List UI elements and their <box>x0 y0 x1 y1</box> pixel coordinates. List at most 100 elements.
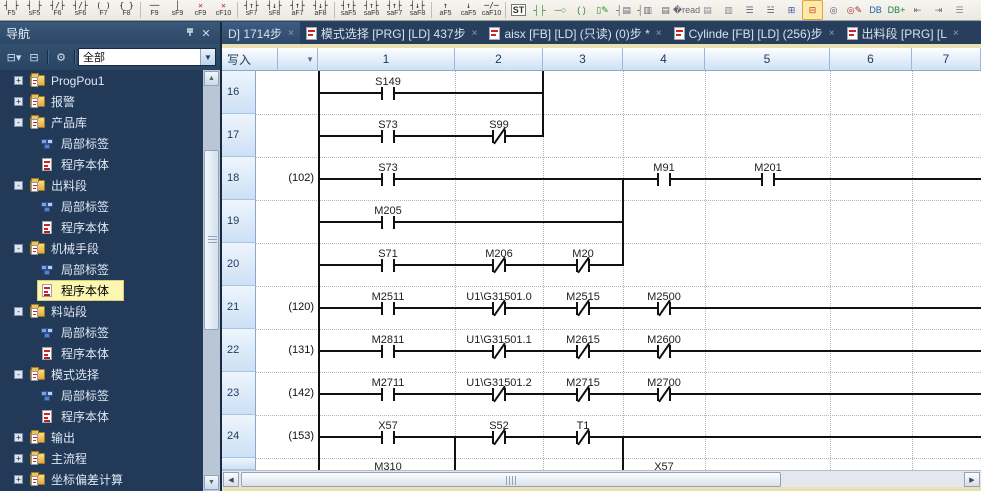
device-label[interactable]: M2811 <box>333 334 443 346</box>
tree-item-局部标签[interactable]: 局部标签 <box>0 133 203 154</box>
scroll-right-icon[interactable]: ▶ <box>964 472 980 487</box>
toolbar-button-saF8[interactable]: ┤↓├ saF8 <box>406 0 429 20</box>
device-label[interactable]: T1 <box>528 420 638 432</box>
doc-read-icon[interactable]: �read <box>673 0 700 20</box>
tree-item-局部标签[interactable]: 局部标签 <box>0 196 203 217</box>
device-label[interactable]: M2711 <box>333 377 443 389</box>
tree-filter-icon[interactable]: ⊟▾ <box>4 48 24 66</box>
device-find-icon[interactable]: ◎ <box>823 0 844 20</box>
device-label[interactable]: X57 <box>333 420 443 432</box>
find-doc-icon[interactable]: ▤ <box>697 0 718 20</box>
tree-item-料站段[interactable]: - 料站段 <box>0 301 203 322</box>
tree-item-程序本体[interactable]: 程序本体 <box>0 154 203 175</box>
document-tab-2[interactable]: 模式选择 [PRG] [LD] 437步 × <box>300 22 484 44</box>
tree-item-局部标签[interactable]: 局部标签 <box>0 322 203 343</box>
delete-line-icon[interactable]: ☱ <box>760 0 781 20</box>
hscrollbar-thumb[interactable] <box>241 472 781 487</box>
toolbar-button-sF6[interactable]: ┤/├ sF6 <box>69 0 92 20</box>
expand-icon[interactable]: + <box>14 454 23 463</box>
toolbar-button-F9[interactable]: ── F9 <box>143 0 166 20</box>
toolbar-button-saF7[interactable]: ┤↑├ saF7 <box>383 0 406 20</box>
chevron-down-icon[interactable]: ▼ <box>306 55 314 64</box>
toolbar-button-F8[interactable]: { } F8 <box>115 0 138 20</box>
edit-coil-icon[interactable]: ( ) <box>571 0 592 20</box>
tree-item-程序本体[interactable]: 程序本体 <box>0 217 203 238</box>
toolbar-button-sF9[interactable]: │ sF9 <box>166 0 189 20</box>
tab-close-icon[interactable]: × <box>829 28 835 39</box>
find-doc2-icon[interactable]: ▥ <box>718 0 739 20</box>
tree-item-局部标签[interactable]: 局部标签 <box>0 385 203 406</box>
scroll-down-icon[interactable]: ▼ <box>204 475 219 490</box>
toolbar-button-caF10[interactable]: ─/─ caF10 <box>480 0 503 20</box>
scroll-up-icon[interactable]: ▲ <box>204 71 219 86</box>
toolbar-button-cF9[interactable]: ✕ cF9 <box>189 0 212 20</box>
horizontal-scrollbar[interactable]: ◀ ▶ <box>222 470 981 487</box>
toolbar-button-aF5[interactable]: ↑ aF5 <box>434 0 457 20</box>
toolbar-button-sF5[interactable]: ┤ ├ sF5 <box>23 0 46 20</box>
expand-icon[interactable]: + <box>14 475 23 484</box>
tab-close-icon[interactable]: × <box>288 28 294 39</box>
toolbar-button-aF8[interactable]: ┤↓├ aF8 <box>309 0 332 20</box>
toolbar-button-saF5[interactable]: ┤↑├ saF5 <box>337 0 360 20</box>
chevron-down-icon[interactable]: ▼ <box>200 49 215 65</box>
tree-item-主流程[interactable]: + 主流程 <box>0 448 203 469</box>
device-label[interactable]: S73 <box>333 119 443 131</box>
tree-item-程序本体[interactable]: 程序本体 <box>0 280 203 301</box>
pin-icon[interactable] <box>182 27 198 40</box>
list-icon[interactable]: ☰ <box>949 0 970 20</box>
device-label[interactable]: M205 <box>333 205 443 217</box>
tree-expand-icon[interactable]: ⊞ <box>781 0 802 20</box>
row-number-cell[interactable]: 22 <box>222 329 256 372</box>
mode-indicator-cell[interactable]: 写入 <box>222 48 278 71</box>
toolbar-button-F7[interactable]: ( ) F7 <box>92 0 115 20</box>
tree-item-ProgPou1[interactable]: + ProgPou1 <box>0 70 203 91</box>
device-comment-icon[interactable]: ┤▤ <box>613 0 634 20</box>
tree-item-出料段[interactable]: - 出料段 <box>0 175 203 196</box>
close-icon[interactable]: ✕ <box>198 27 214 40</box>
insert-line-icon[interactable]: ☰ <box>739 0 760 20</box>
collapse-icon[interactable]: - <box>14 307 23 316</box>
indent-icon[interactable]: ⇥ <box>928 0 949 20</box>
toolbar-button-saF6[interactable]: ┤↑├ saF6 <box>360 0 383 20</box>
document-tab-5[interactable]: 出料段 [PRG] [L × <box>841 22 965 44</box>
tree-item-模式选择[interactable]: - 模式选择 <box>0 364 203 385</box>
tab-close-icon[interactable]: × <box>953 28 959 39</box>
scroll-left-icon[interactable]: ◀ <box>223 472 239 487</box>
document-tab-3[interactable]: aisx [FB] [LD] (只读) (0)步 * × <box>483 22 667 44</box>
tree-item-局部标签[interactable]: 局部标签 <box>0 259 203 280</box>
device-label[interactable]: M2700 <box>609 377 719 389</box>
edit-block-icon[interactable]: ▯✎ <box>592 0 613 20</box>
document-tab-1[interactable]: D] 1714步 × <box>222 22 300 44</box>
st-editor-icon[interactable]: ST <box>508 0 529 20</box>
tree-collapse-icon[interactable]: ⊟ <box>24 48 44 66</box>
device-label[interactable]: M91 <box>609 162 719 174</box>
toolbar-button-sF7[interactable]: ┤↑├ sF7 <box>240 0 263 20</box>
row-number-cell[interactable]: 21 <box>222 286 256 329</box>
toolbar-button-sF8[interactable]: ┤↓├ sF8 <box>263 0 286 20</box>
device-label[interactable]: M2600 <box>609 334 719 346</box>
row-number-cell[interactable]: 23 <box>222 372 256 415</box>
collapse-icon[interactable]: - <box>14 181 23 190</box>
device-label[interactable]: M2500 <box>609 291 719 303</box>
toolbar-button-F5[interactable]: ┤ ├ F5 <box>0 0 23 20</box>
row-number-cell[interactable] <box>222 458 256 470</box>
tree-scrollbar[interactable]: ▲ ▼ <box>203 70 220 491</box>
device-label[interactable]: S71 <box>333 248 443 260</box>
toolbar-button-F6[interactable]: ┤/├ F6 <box>46 0 69 20</box>
device-label[interactable]: X57 <box>609 461 719 470</box>
expand-icon[interactable]: + <box>14 97 23 106</box>
tree-item-输出[interactable]: + 输出 <box>0 427 203 448</box>
collapse-icon[interactable]: - <box>14 244 23 253</box>
tree-item-程序本体[interactable]: 程序本体 <box>0 343 203 364</box>
tree-item-机械手段[interactable]: - 机械手段 <box>0 238 203 259</box>
gear-icon[interactable]: ⚙ <box>51 48 71 66</box>
expand-icon[interactable]: + <box>14 433 23 442</box>
dbw-sync-icon[interactable]: DB+ <box>886 0 907 20</box>
dbw-find-icon[interactable]: DB <box>865 0 886 20</box>
row-number-cell[interactable]: 24 <box>222 415 256 458</box>
row-number-cell[interactable]: 20 <box>222 243 256 286</box>
edit-branch-icon[interactable]: ─○ <box>550 0 571 20</box>
row-number-cell[interactable]: 17 <box>222 114 256 157</box>
tree-item-产品库[interactable]: - 产品库 <box>0 112 203 133</box>
device-label[interactable]: S99 <box>444 119 554 131</box>
